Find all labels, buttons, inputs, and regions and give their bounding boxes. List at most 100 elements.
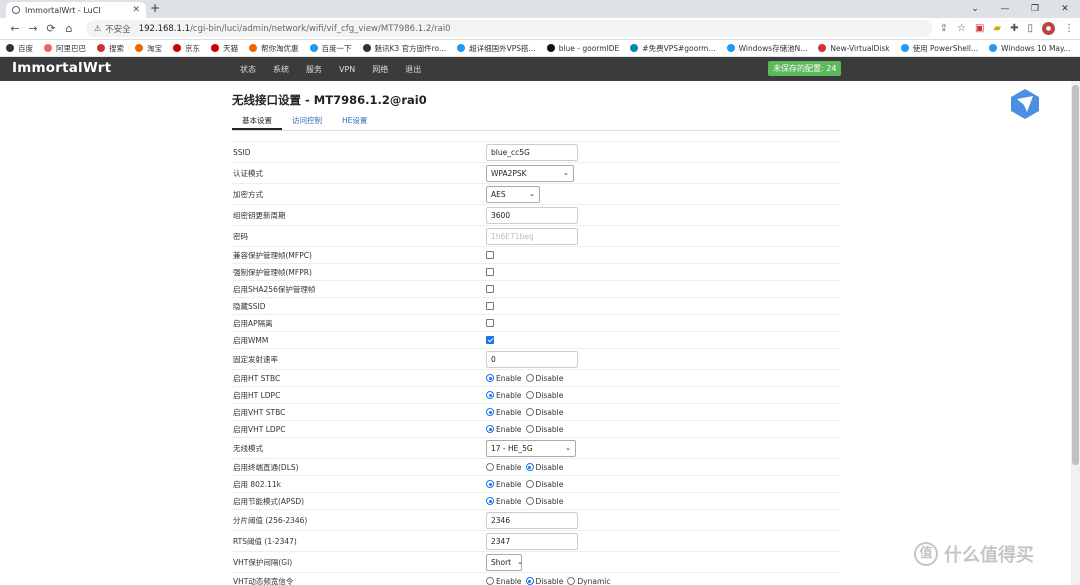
radio-option[interactable]: Disable [525,408,563,417]
checkbox[interactable] [486,268,494,276]
checkbox[interactable] [486,285,494,293]
radio-option[interactable]: Enable [486,425,522,434]
radio-option[interactable]: Dynamic [567,577,610,585]
radio-button[interactable] [525,577,534,585]
password-field[interactable]: 1h6E71beg [486,227,578,245]
share-icon[interactable]: ⇪ [940,23,948,34]
radio-button[interactable] [486,425,494,433]
bookmark-item[interactable]: 天猫 [211,43,238,54]
star-icon[interactable]: ☆ [957,23,966,34]
menu-item[interactable]: 退出 [405,64,421,75]
select-dropdown[interactable]: AES ⌄ [486,185,540,203]
brand-logo[interactable]: ImmortalWrt [12,60,111,76]
radio-button[interactable] [486,497,494,505]
radio-option[interactable]: Enable [486,391,522,400]
radio-option[interactable]: Enable [486,408,522,417]
bookmark-item[interactable]: blue - goormIDE [546,44,619,53]
radio-option[interactable]: Disable [525,374,563,383]
bookmark-item[interactable]: 京东 [173,43,200,54]
section-tab[interactable]: HE设置 [332,113,377,130]
radio-option[interactable]: Disable [525,463,563,472]
radio-button[interactable] [525,497,534,505]
form-label: RTS阈值 (1-2347) [233,536,297,546]
puzzle-icon[interactable]: ✚ [1010,23,1018,34]
select-dropdown[interactable]: WPA2PSK ⌄ [486,164,574,182]
checkbox[interactable] [486,336,494,344]
sidepanel-icon[interactable]: ▯ [1027,23,1033,34]
scrollbar-thumb[interactable] [1072,85,1079,465]
chevron-down-icon[interactable]: ⌄ [960,0,990,18]
radio-button[interactable] [486,374,494,382]
radio-option[interactable]: Disable [525,391,563,400]
radio-option[interactable]: Enable [486,463,522,472]
select-dropdown[interactable]: Short ⌄ [486,553,523,571]
close-tab-icon[interactable]: ✕ [132,5,140,15]
radio-option[interactable]: Disable [525,497,563,506]
radio-button[interactable] [567,577,576,585]
radio-button[interactable] [486,391,494,399]
section-tab[interactable]: 访问控制 [282,113,332,130]
radio-button[interactable] [525,425,534,433]
radio-button[interactable] [525,480,534,488]
radio-button[interactable] [486,408,494,416]
radio-button[interactable] [525,391,534,399]
bookmark-item[interactable]: 使用 PowerShell... [900,43,978,54]
forward-icon[interactable]: → [24,22,42,35]
radio-button[interactable] [486,463,494,471]
section-tab[interactable]: 基本设置 [232,113,282,130]
bookmark-item[interactable]: New-VirtualDisk [818,44,890,53]
radio-option[interactable]: Enable [486,480,522,489]
url-input[interactable]: ⚠ 不安全 192.168.1.1 /cgi-bin/luci/admin/ne… [86,20,932,37]
menu-icon[interactable]: ⋮ [1064,23,1074,34]
radio-option[interactable]: Disable [525,480,563,489]
bookmark-item[interactable]: Windows存储池N... [726,43,807,54]
minimize-icon[interactable]: — [990,0,1020,18]
radio-option[interactable]: Enable [486,577,522,585]
bookmark-item[interactable]: Windows 10 May... [989,44,1071,53]
menu-item[interactable]: 网络 [372,64,388,75]
reload-icon[interactable]: ⟳ [42,22,60,35]
menu-item[interactable]: 状态 [240,64,256,75]
extension-badge-icon[interactable]: ▣ [975,23,984,34]
radio-button[interactable] [486,480,494,488]
browser-tab[interactable]: ImmortalWrt - LuCI ✕ [6,2,146,18]
bookmark-item[interactable]: 搜索 [97,43,124,54]
checkbox[interactable] [486,302,494,310]
checkbox[interactable] [486,251,494,259]
bookmark-item[interactable]: 阿里巴巴 [44,43,86,54]
radio-option[interactable]: Disable [525,425,563,434]
bookmark-item[interactable]: 魅讯K3 官方固件ro... [362,43,446,54]
close-icon[interactable]: ✕ [1050,0,1080,18]
radio-button[interactable] [486,577,494,585]
bookmark-item[interactable]: 帮你淘优惠 [249,43,299,54]
restore-icon[interactable]: ❐ [1020,0,1050,18]
new-tab-icon[interactable]: + [150,1,160,15]
radio-option[interactable]: Enable [486,374,522,383]
radio-button[interactable] [525,374,534,382]
radio-button[interactable] [525,408,534,416]
text-input[interactable]: 3600 [486,206,578,224]
bookmark-item[interactable]: 百度一下 [309,43,352,54]
bookmark-item[interactable]: 淘宝 [135,43,162,54]
back-icon[interactable]: ← [6,22,24,35]
text-input[interactable]: 0 [486,350,578,368]
menu-item[interactable]: VPN [339,65,355,74]
radio-button[interactable] [525,463,534,471]
avatar[interactable]: ● [1042,22,1055,35]
select-dropdown[interactable]: 17 - HE_5G ⌄ [486,439,576,457]
unsaved-changes-badge[interactable]: 未保存的配置: 24 [768,61,842,76]
radio-option[interactable]: Disable [525,577,563,585]
text-input[interactable]: blue_cc5G [486,143,578,161]
bookmark-item[interactable]: 超详细国外VPS搭... [457,43,536,54]
home-icon[interactable]: ⌂ [60,22,78,35]
checkbox[interactable] [486,319,494,327]
bookmark-item[interactable]: #免费VPS#goorm... [630,43,716,54]
menu-item[interactable]: 服务 [306,64,322,75]
vertical-scrollbar[interactable] [1071,81,1080,585]
extension-icon[interactable]: ▰ [993,23,1001,34]
bookmark-item[interactable]: 百度 [6,43,33,54]
menu-item[interactable]: 系统 [273,64,289,75]
text-input[interactable]: 2346 [486,511,578,529]
radio-option[interactable]: Enable [486,497,522,506]
text-input[interactable]: 2347 [486,532,578,550]
